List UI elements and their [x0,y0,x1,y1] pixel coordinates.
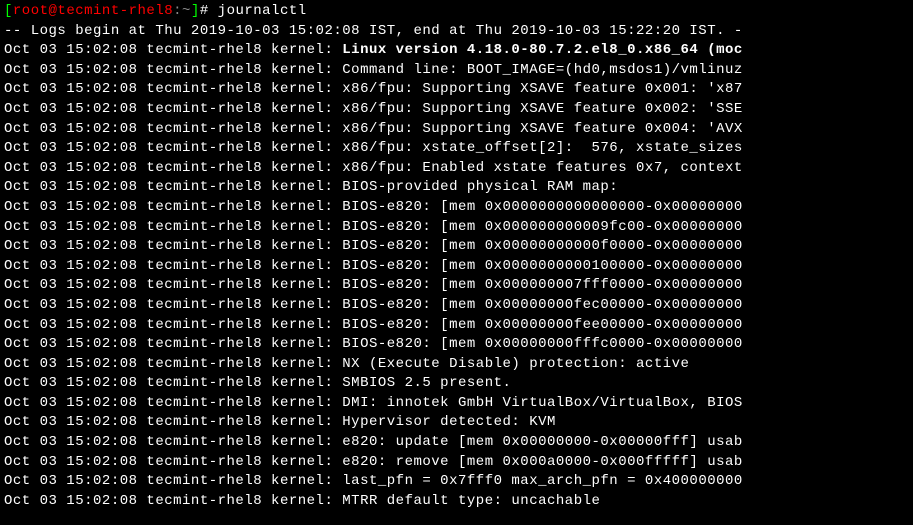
log-line: Oct 03 15:02:08 tecmint-rhel8 kernel: x8… [4,120,909,140]
log-prefix: Oct 03 15:02:08 tecmint-rhel8 kernel: [4,454,342,470]
log-prefix: Oct 03 15:02:08 tecmint-rhel8 kernel: [4,179,342,195]
log-line: Oct 03 15:02:08 tecmint-rhel8 kernel: e8… [4,433,909,453]
log-message: BIOS-e820: [mem 0x00000000000f0000-0x000… [342,238,743,254]
log-line: Oct 03 15:02:08 tecmint-rhel8 kernel: BI… [4,316,909,336]
log-prefix: Oct 03 15:02:08 tecmint-rhel8 kernel: [4,434,342,450]
terminal-output[interactable]: [root@tecmint-rhel8:~]# journalctl -- Lo… [0,0,913,513]
log-header: -- Logs begin at Thu 2019-10-03 15:02:08… [4,22,909,42]
log-bold-text: Linux version 4.18.0-80.7.2.el8_0.x86_64… [342,42,743,58]
log-prefix: Oct 03 15:02:08 tecmint-rhel8 kernel: [4,414,342,430]
log-line: Oct 03 15:02:08 tecmint-rhel8 kernel: MT… [4,492,909,512]
log-message: x86/fpu: Supporting XSAVE feature 0x002:… [342,101,743,117]
prompt-hash: # [200,3,218,19]
log-message: MTRR default type: uncachable [342,493,600,509]
prompt-user-host: root@tecmint-rhel8 [13,3,173,19]
log-prefix: Oct 03 15:02:08 tecmint-rhel8 kernel: [4,81,342,97]
log-message: BIOS-e820: [mem 0x00000000fec00000-0x000… [342,297,743,313]
log-message: x86/fpu: xstate_offset[2]: 576, xstate_s… [342,140,743,156]
log-message: BIOS-e820: [mem 0x000000000009fc00-0x000… [342,219,743,235]
log-message: Hypervisor detected: KVM [342,414,556,430]
log-line: Oct 03 15:02:08 tecmint-rhel8 kernel: e8… [4,453,909,473]
log-message: BIOS-provided physical RAM map: [342,179,618,195]
command-text: journalctl [218,3,307,19]
log-prefix: Oct 03 15:02:08 tecmint-rhel8 kernel: [4,238,342,254]
log-message: BIOS-e820: [mem 0x00000000fee00000-0x000… [342,317,743,333]
log-prefix: Oct 03 15:02:08 tecmint-rhel8 kernel: [4,277,342,293]
log-line: Oct 03 15:02:08 tecmint-rhel8 kernel: x8… [4,80,909,100]
log-line: Oct 03 15:02:08 tecmint-rhel8 kernel: NX… [4,355,909,375]
log-prefix: Oct 03 15:02:08 tecmint-rhel8 kernel: [4,375,342,391]
log-message: e820: remove [mem 0x000a0000-0x000fffff]… [342,454,743,470]
log-line: Oct 03 15:02:08 tecmint-rhel8 kernel: DM… [4,394,909,414]
log-line: Oct 03 15:02:08 tecmint-rhel8 kernel: BI… [4,198,909,218]
log-line: Oct 03 15:02:08 tecmint-rhel8 kernel: la… [4,472,909,492]
log-prefix: Oct 03 15:02:08 tecmint-rhel8 kernel: [4,140,342,156]
log-line: Oct 03 15:02:08 tecmint-rhel8 kernel: BI… [4,237,909,257]
log-message: Command line: BOOT_IMAGE=(hd0,msdos1)/vm… [342,62,743,78]
log-message: last_pfn = 0x7fff0 max_arch_pfn = 0x4000… [342,473,743,489]
log-prefix: Oct 03 15:02:08 tecmint-rhel8 kernel: [4,219,342,235]
log-prefix: Oct 03 15:02:08 tecmint-rhel8 kernel: [4,395,342,411]
log-prefix: Oct 03 15:02:08 tecmint-rhel8 kernel: [4,297,342,313]
log-line: Oct 03 15:02:08 tecmint-rhel8 kernel: BI… [4,296,909,316]
log-message: BIOS-e820: [mem 0x0000000000000000-0x000… [342,199,743,215]
log-line: Oct 03 15:02:08 tecmint-rhel8 kernel: BI… [4,335,909,355]
log-prefix: Oct 03 15:02:08 tecmint-rhel8 kernel: [4,493,342,509]
prompt-cwd: :~ [173,3,191,19]
log-prefix: Oct 03 15:02:08 tecmint-rhel8 kernel: [4,317,342,333]
log-message: BIOS-e820: [mem 0x0000000000100000-0x000… [342,258,743,274]
log-prefix: Oct 03 15:02:08 tecmint-rhel8 kernel: [4,101,342,117]
log-lines-container: Oct 03 15:02:08 tecmint-rhel8 kernel: Li… [4,41,909,511]
log-line: Oct 03 15:02:08 tecmint-rhel8 kernel: BI… [4,257,909,277]
log-line: Oct 03 15:02:08 tecmint-rhel8 kernel: Hy… [4,413,909,433]
prompt-open-bracket: [ [4,3,13,19]
log-line: Oct 03 15:02:08 tecmint-rhel8 kernel: SM… [4,374,909,394]
log-message: BIOS-e820: [mem 0x000000007fff0000-0x000… [342,277,743,293]
log-line: Oct 03 15:02:08 tecmint-rhel8 kernel: Li… [4,41,909,61]
log-line: Oct 03 15:02:08 tecmint-rhel8 kernel: BI… [4,178,909,198]
log-prefix: Oct 03 15:02:08 tecmint-rhel8 kernel: [4,42,342,58]
log-message: NX (Execute Disable) protection: active [342,356,689,372]
log-prefix: Oct 03 15:02:08 tecmint-rhel8 kernel: [4,258,342,274]
log-message: x86/fpu: Enabled xstate features 0x7, co… [342,160,743,176]
log-message: DMI: innotek GmbH VirtualBox/VirtualBox,… [342,395,743,411]
log-line: Oct 03 15:02:08 tecmint-rhel8 kernel: Co… [4,61,909,81]
log-message: e820: update [mem 0x00000000-0x00000fff]… [342,434,743,450]
log-prefix: Oct 03 15:02:08 tecmint-rhel8 kernel: [4,160,342,176]
log-prefix: Oct 03 15:02:08 tecmint-rhel8 kernel: [4,199,342,215]
log-line: Oct 03 15:02:08 tecmint-rhel8 kernel: x8… [4,100,909,120]
log-message: SMBIOS 2.5 present. [342,375,511,391]
log-prefix: Oct 03 15:02:08 tecmint-rhel8 kernel: [4,62,342,78]
log-prefix: Oct 03 15:02:08 tecmint-rhel8 kernel: [4,356,342,372]
log-line: Oct 03 15:02:08 tecmint-rhel8 kernel: x8… [4,159,909,179]
log-prefix: Oct 03 15:02:08 tecmint-rhel8 kernel: [4,336,342,352]
log-message: x86/fpu: Supporting XSAVE feature 0x001:… [342,81,743,97]
log-line: Oct 03 15:02:08 tecmint-rhel8 kernel: x8… [4,139,909,159]
log-line: Oct 03 15:02:08 tecmint-rhel8 kernel: BI… [4,218,909,238]
log-message: BIOS-e820: [mem 0x00000000fffc0000-0x000… [342,336,743,352]
log-line: Oct 03 15:02:08 tecmint-rhel8 kernel: BI… [4,276,909,296]
log-message: x86/fpu: Supporting XSAVE feature 0x004:… [342,121,743,137]
prompt-close-bracket: ] [191,3,200,19]
prompt-line: [root@tecmint-rhel8:~]# journalctl [4,2,909,22]
log-prefix: Oct 03 15:02:08 tecmint-rhel8 kernel: [4,121,342,137]
log-prefix: Oct 03 15:02:08 tecmint-rhel8 kernel: [4,473,342,489]
